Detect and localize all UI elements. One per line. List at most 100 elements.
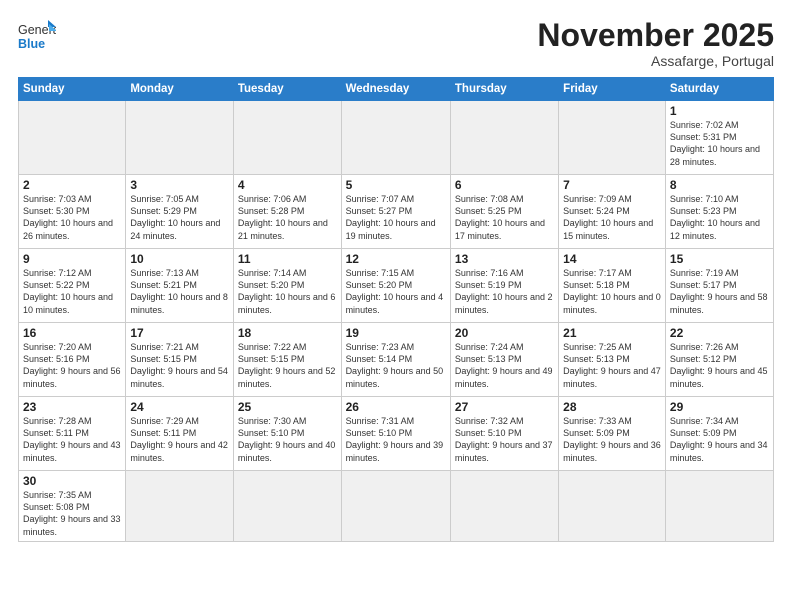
day-number: 28 [563, 400, 661, 414]
calendar-cell: 30Sunrise: 7:35 AM Sunset: 5:08 PM Dayli… [19, 471, 126, 542]
day-info: Sunrise: 7:35 AM Sunset: 5:08 PM Dayligh… [23, 489, 121, 538]
calendar-cell: 8Sunrise: 7:10 AM Sunset: 5:23 PM Daylig… [665, 175, 773, 249]
calendar-cell: 12Sunrise: 7:15 AM Sunset: 5:20 PM Dayli… [341, 249, 450, 323]
day-info: Sunrise: 7:31 AM Sunset: 5:10 PM Dayligh… [346, 415, 446, 464]
calendar-cell: 26Sunrise: 7:31 AM Sunset: 5:10 PM Dayli… [341, 397, 450, 471]
calendar-cell: 29Sunrise: 7:34 AM Sunset: 5:09 PM Dayli… [665, 397, 773, 471]
day-info: Sunrise: 7:20 AM Sunset: 5:16 PM Dayligh… [23, 341, 121, 390]
day-number: 19 [346, 326, 446, 340]
day-info: Sunrise: 7:12 AM Sunset: 5:22 PM Dayligh… [23, 267, 121, 316]
calendar-cell [665, 471, 773, 542]
header-friday: Friday [559, 78, 666, 101]
calendar-cell [450, 471, 558, 542]
calendar-cell: 11Sunrise: 7:14 AM Sunset: 5:20 PM Dayli… [233, 249, 341, 323]
day-info: Sunrise: 7:15 AM Sunset: 5:20 PM Dayligh… [346, 267, 446, 316]
day-info: Sunrise: 7:13 AM Sunset: 5:21 PM Dayligh… [130, 267, 229, 316]
calendar-cell: 3Sunrise: 7:05 AM Sunset: 5:29 PM Daylig… [126, 175, 234, 249]
day-info: Sunrise: 7:10 AM Sunset: 5:23 PM Dayligh… [670, 193, 769, 242]
day-number: 20 [455, 326, 554, 340]
day-info: Sunrise: 7:23 AM Sunset: 5:14 PM Dayligh… [346, 341, 446, 390]
header-sunday: Sunday [19, 78, 126, 101]
day-info: Sunrise: 7:03 AM Sunset: 5:30 PM Dayligh… [23, 193, 121, 242]
day-number: 13 [455, 252, 554, 266]
calendar-cell [559, 471, 666, 542]
calendar-cell: 7Sunrise: 7:09 AM Sunset: 5:24 PM Daylig… [559, 175, 666, 249]
title-block: November 2025 Assafarge, Portugal [537, 18, 774, 69]
day-info: Sunrise: 7:32 AM Sunset: 5:10 PM Dayligh… [455, 415, 554, 464]
calendar-cell [126, 471, 234, 542]
calendar-cell [19, 101, 126, 175]
logo-svg: General Blue [18, 18, 56, 56]
calendar-cell [233, 101, 341, 175]
header-saturday: Saturday [665, 78, 773, 101]
day-number: 2 [23, 178, 121, 192]
day-info: Sunrise: 7:24 AM Sunset: 5:13 PM Dayligh… [455, 341, 554, 390]
day-info: Sunrise: 7:02 AM Sunset: 5:31 PM Dayligh… [670, 119, 769, 168]
calendar-cell: 4Sunrise: 7:06 AM Sunset: 5:28 PM Daylig… [233, 175, 341, 249]
day-number: 5 [346, 178, 446, 192]
calendar-cell: 9Sunrise: 7:12 AM Sunset: 5:22 PM Daylig… [19, 249, 126, 323]
calendar-cell: 28Sunrise: 7:33 AM Sunset: 5:09 PM Dayli… [559, 397, 666, 471]
day-info: Sunrise: 7:09 AM Sunset: 5:24 PM Dayligh… [563, 193, 661, 242]
day-number: 17 [130, 326, 229, 340]
day-number: 15 [670, 252, 769, 266]
day-number: 8 [670, 178, 769, 192]
day-number: 14 [563, 252, 661, 266]
day-number: 4 [238, 178, 337, 192]
calendar-cell [341, 471, 450, 542]
day-number: 22 [670, 326, 769, 340]
header-monday: Monday [126, 78, 234, 101]
day-info: Sunrise: 7:25 AM Sunset: 5:13 PM Dayligh… [563, 341, 661, 390]
day-number: 1 [670, 104, 769, 118]
calendar-cell: 16Sunrise: 7:20 AM Sunset: 5:16 PM Dayli… [19, 323, 126, 397]
day-info: Sunrise: 7:05 AM Sunset: 5:29 PM Dayligh… [130, 193, 229, 242]
calendar-cell [559, 101, 666, 175]
location-subtitle: Assafarge, Portugal [537, 53, 774, 69]
calendar-cell [341, 101, 450, 175]
day-info: Sunrise: 7:26 AM Sunset: 5:12 PM Dayligh… [670, 341, 769, 390]
day-number: 7 [563, 178, 661, 192]
day-info: Sunrise: 7:16 AM Sunset: 5:19 PM Dayligh… [455, 267, 554, 316]
day-info: Sunrise: 7:29 AM Sunset: 5:11 PM Dayligh… [130, 415, 229, 464]
calendar-cell: 10Sunrise: 7:13 AM Sunset: 5:21 PM Dayli… [126, 249, 234, 323]
calendar-cell: 19Sunrise: 7:23 AM Sunset: 5:14 PM Dayli… [341, 323, 450, 397]
header: General Blue November 2025 Assafarge, Po… [18, 18, 774, 69]
day-number: 10 [130, 252, 229, 266]
day-info: Sunrise: 7:17 AM Sunset: 5:18 PM Dayligh… [563, 267, 661, 316]
day-number: 27 [455, 400, 554, 414]
day-number: 29 [670, 400, 769, 414]
calendar-cell [126, 101, 234, 175]
calendar-cell [233, 471, 341, 542]
header-thursday: Thursday [450, 78, 558, 101]
logo: General Blue [18, 18, 56, 56]
calendar-cell: 21Sunrise: 7:25 AM Sunset: 5:13 PM Dayli… [559, 323, 666, 397]
calendar-cell: 13Sunrise: 7:16 AM Sunset: 5:19 PM Dayli… [450, 249, 558, 323]
day-info: Sunrise: 7:06 AM Sunset: 5:28 PM Dayligh… [238, 193, 337, 242]
day-number: 6 [455, 178, 554, 192]
calendar-cell: 25Sunrise: 7:30 AM Sunset: 5:10 PM Dayli… [233, 397, 341, 471]
day-number: 21 [563, 326, 661, 340]
header-tuesday: Tuesday [233, 78, 341, 101]
calendar-cell: 24Sunrise: 7:29 AM Sunset: 5:11 PM Dayli… [126, 397, 234, 471]
calendar-cell: 14Sunrise: 7:17 AM Sunset: 5:18 PM Dayli… [559, 249, 666, 323]
calendar-cell: 15Sunrise: 7:19 AM Sunset: 5:17 PM Dayli… [665, 249, 773, 323]
calendar-cell: 27Sunrise: 7:32 AM Sunset: 5:10 PM Dayli… [450, 397, 558, 471]
day-number: 12 [346, 252, 446, 266]
day-number: 30 [23, 474, 121, 488]
day-number: 18 [238, 326, 337, 340]
day-info: Sunrise: 7:07 AM Sunset: 5:27 PM Dayligh… [346, 193, 446, 242]
calendar-header-row: Sunday Monday Tuesday Wednesday Thursday… [19, 78, 774, 101]
day-number: 16 [23, 326, 121, 340]
day-number: 11 [238, 252, 337, 266]
calendar-cell: 22Sunrise: 7:26 AM Sunset: 5:12 PM Dayli… [665, 323, 773, 397]
calendar-cell: 1Sunrise: 7:02 AM Sunset: 5:31 PM Daylig… [665, 101, 773, 175]
calendar-cell: 17Sunrise: 7:21 AM Sunset: 5:15 PM Dayli… [126, 323, 234, 397]
day-info: Sunrise: 7:14 AM Sunset: 5:20 PM Dayligh… [238, 267, 337, 316]
calendar-cell: 18Sunrise: 7:22 AM Sunset: 5:15 PM Dayli… [233, 323, 341, 397]
header-wednesday: Wednesday [341, 78, 450, 101]
calendar-cell: 2Sunrise: 7:03 AM Sunset: 5:30 PM Daylig… [19, 175, 126, 249]
day-info: Sunrise: 7:28 AM Sunset: 5:11 PM Dayligh… [23, 415, 121, 464]
day-number: 9 [23, 252, 121, 266]
month-title: November 2025 [537, 18, 774, 53]
day-info: Sunrise: 7:21 AM Sunset: 5:15 PM Dayligh… [130, 341, 229, 390]
